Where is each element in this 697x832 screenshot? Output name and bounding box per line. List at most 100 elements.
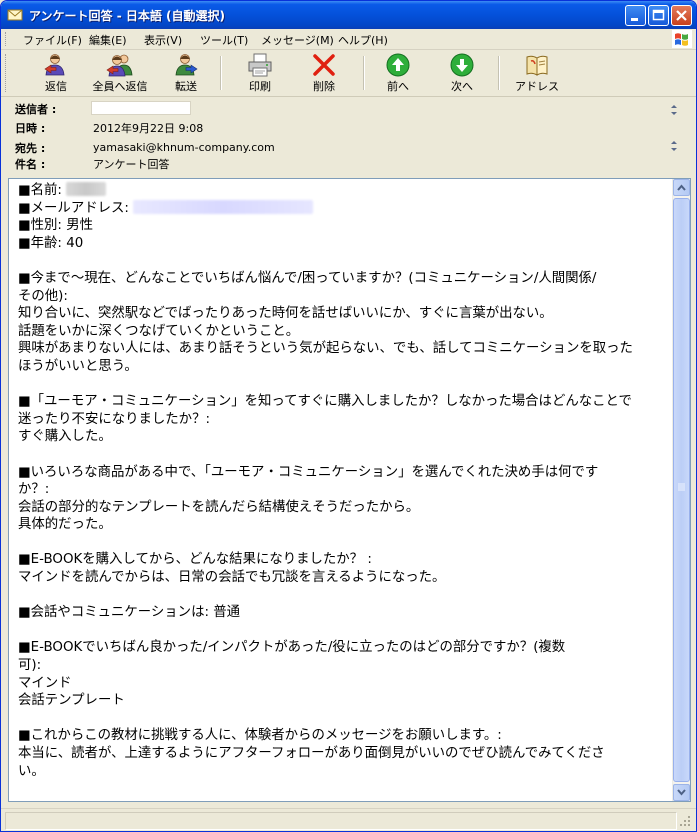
minimize-button[interactable] bbox=[625, 5, 646, 26]
to-label: 宛先 : bbox=[15, 142, 46, 155]
toolbar: 返信 全員へ返信 転送 印刷 削除 前へ 次へ アドレス bbox=[1, 50, 696, 97]
window-title: アンケート回答 - 日本語 (自動選択) bbox=[29, 9, 226, 23]
delete-icon bbox=[313, 54, 335, 76]
arrow-down-icon bbox=[450, 53, 474, 77]
body-line: 可): bbox=[18, 658, 42, 674]
toolbar-separator bbox=[220, 56, 222, 90]
reply-icon bbox=[44, 54, 65, 76]
toolbar-separator bbox=[363, 56, 365, 90]
redacted-email bbox=[133, 199, 314, 214]
address-book-icon bbox=[526, 55, 548, 76]
body-line: か？: bbox=[18, 482, 50, 498]
name-label: ■名前: bbox=[18, 183, 67, 198]
delete-button[interactable]: 削除 bbox=[299, 53, 349, 93]
menu-view[interactable]: 表示(V) bbox=[144, 32, 182, 48]
toolbar-grip[interactable] bbox=[5, 54, 9, 92]
reply-all-label: 全員へ返信 bbox=[92, 80, 148, 93]
subject-label: 件名 : bbox=[15, 158, 46, 171]
menu-bar: ファイル(F) 編集(E) 表示(V) ツール(T) メッセージ(M) ヘルプ(… bbox=[1, 29, 696, 50]
body-line: 興味があまりない人には、あまり話そうという気が起らない、でも、話してコミニケーシ… bbox=[18, 341, 633, 357]
body-line: ■年齢: 40 bbox=[18, 235, 84, 251]
reply-button[interactable]: 返信 bbox=[31, 53, 81, 93]
body-line: ■E-BOOKを購入してから、どんな結果になりましたか？ : bbox=[18, 552, 372, 568]
print-button[interactable]: 印刷 bbox=[235, 53, 285, 93]
windows-logo-icon bbox=[672, 30, 692, 48]
close-button[interactable] bbox=[671, 5, 692, 26]
email-label: ■メールアドレス: bbox=[18, 200, 134, 216]
body-line: 会話の部分的なテンプレートを読んだら結構使えそうだったから。 bbox=[18, 499, 420, 515]
body-line: その他): bbox=[18, 288, 68, 304]
body-line: 知り合いに、突然駅などでばったりあった時何を話せばいいにか、すぐに言葉が出ない。 bbox=[18, 306, 553, 322]
body-line: すぐ購入した。 bbox=[18, 429, 112, 445]
menu-help[interactable]: ヘルプ(H) bbox=[338, 32, 388, 48]
body-line: 話題をいかに深くつなげていくかということ。 bbox=[18, 323, 300, 339]
scroll-thumb[interactable] bbox=[673, 198, 690, 782]
envelope-icon bbox=[7, 9, 23, 21]
body-line: ■これからこの教材に挑戦する人に、体験者からのメッセージをお願いします。: bbox=[18, 728, 502, 744]
next-label: 次へ bbox=[451, 80, 473, 93]
subject-value: アンケート回答 bbox=[93, 158, 170, 171]
body-line: ■会話やコミュニケーションは: 普通 bbox=[18, 605, 241, 621]
toolbar-separator bbox=[498, 56, 500, 90]
body-line: 迷ったり不安になりましたか？: bbox=[18, 411, 210, 427]
title-bar[interactable]: アンケート回答 - 日本語 (自動選択) bbox=[1, 1, 696, 29]
body-line: ■名前: bbox=[18, 182, 668, 200]
body-line: 本当に、読者が、上達するようにアフターフォローがあり面倒見がいいのでぜひ読んでみ… bbox=[18, 746, 605, 761]
date-label: 日時 : bbox=[15, 122, 46, 135]
reply-all-icon bbox=[106, 54, 133, 77]
body-line: ■性別: 男性 bbox=[18, 218, 93, 234]
status-pane bbox=[5, 812, 677, 830]
next-button[interactable]: 次へ bbox=[437, 53, 487, 93]
addresses-label: アドレス bbox=[515, 80, 559, 93]
from-value-field bbox=[91, 101, 191, 115]
reply-all-button[interactable]: 全員へ返信 bbox=[85, 53, 155, 93]
scroll-up-button[interactable] bbox=[673, 179, 690, 196]
arrow-up-icon bbox=[386, 53, 410, 77]
previous-label: 前へ bbox=[387, 80, 409, 93]
print-label: 印刷 bbox=[249, 80, 271, 93]
chevron-up-icon bbox=[677, 184, 686, 191]
maximize-icon bbox=[652, 9, 665, 21]
message-header: 送信者 : 日時 : 2012年9月22日 9:08 宛先 : yamasaki… bbox=[1, 97, 696, 173]
maximize-button[interactable] bbox=[648, 5, 669, 26]
forward-icon bbox=[175, 54, 198, 76]
forward-button[interactable]: 転送 bbox=[161, 53, 211, 93]
previous-button[interactable]: 前へ bbox=[373, 53, 423, 93]
forward-label: 転送 bbox=[175, 80, 197, 93]
mail-window: アンケート回答 - 日本語 (自動選択) ファイル(F) 編集(E) 表示(V)… bbox=[0, 0, 697, 832]
status-bar bbox=[1, 808, 696, 831]
minimize-icon bbox=[631, 18, 638, 21]
menu-file[interactable]: ファイル(F) bbox=[23, 32, 82, 48]
from-scroll-spinner-icon[interactable] bbox=[668, 103, 680, 117]
message-text: ■名前: ■メールアドレス: ■性別: 男性 ■年齢: 40 ■今まで～現在、ど… bbox=[18, 182, 668, 780]
body-line: ほうがいいと思う。 bbox=[18, 358, 138, 374]
resize-grip-icon[interactable] bbox=[679, 815, 691, 827]
to-scroll-spinner-icon[interactable] bbox=[668, 139, 680, 153]
menu-message[interactable]: メッセージ(M) bbox=[261, 32, 334, 48]
body-line: ■メールアドレス: bbox=[18, 199, 668, 218]
scroll-grip-icon bbox=[678, 483, 685, 491]
body-line: ■今まで～現在、どんなことでいちばん悩んで/困っていますか？(コミュニケーション… bbox=[18, 270, 597, 286]
body-line: マインド bbox=[18, 675, 72, 691]
vertical-scrollbar[interactable] bbox=[672, 179, 690, 801]
addresses-button[interactable]: アドレス bbox=[510, 53, 564, 93]
redacted-name bbox=[66, 182, 107, 196]
body-line: い。 bbox=[18, 763, 45, 779]
body-line: 会話テンプレート bbox=[18, 693, 125, 709]
date-value: 2012年9月22日 9:08 bbox=[93, 122, 204, 135]
to-value: yamasaki@khnum-company.com bbox=[93, 141, 275, 154]
body-line: ■いろいろな商品がある中で、「ユーモア・コミュニケーション」を選んでくれた決め手… bbox=[18, 464, 599, 480]
body-line: 具体的だった。 bbox=[18, 517, 112, 533]
scroll-down-button[interactable] bbox=[673, 784, 690, 801]
close-icon bbox=[676, 10, 687, 21]
menubar-grip[interactable] bbox=[5, 32, 9, 46]
message-body[interactable]: ■名前: ■メールアドレス: ■性別: 男性 ■年齢: 40 ■今まで～現在、ど… bbox=[8, 178, 691, 802]
body-line: ■E-BOOKでいちばん良かった/インパクトがあった/役に立ったのはどの部分です… bbox=[18, 640, 566, 656]
body-line: ■「ユーモア・コミュニケーション」を知ってすぐに購入しましたか？しなかった場合は… bbox=[18, 394, 632, 410]
menu-edit[interactable]: 編集(E) bbox=[89, 32, 127, 48]
from-label: 送信者 : bbox=[15, 103, 57, 116]
printer-icon bbox=[248, 53, 272, 77]
chevron-down-icon bbox=[677, 789, 686, 796]
reply-label: 返信 bbox=[45, 80, 67, 93]
menu-tools[interactable]: ツール(T) bbox=[200, 32, 248, 48]
